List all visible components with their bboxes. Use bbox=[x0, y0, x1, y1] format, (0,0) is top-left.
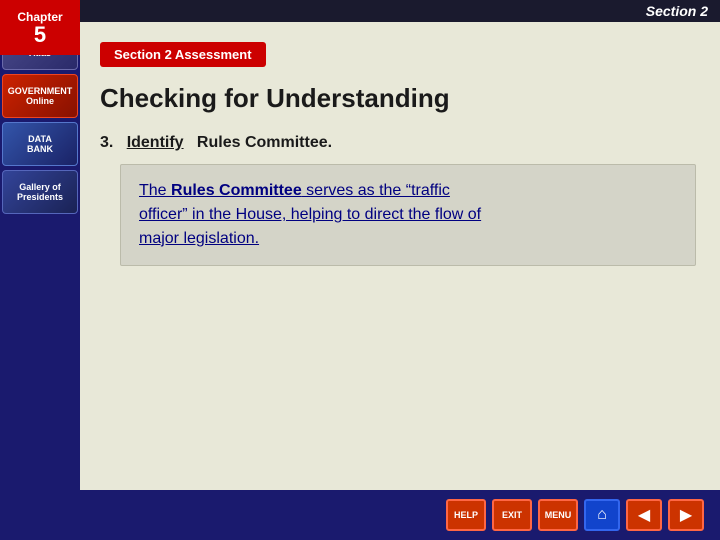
exit-button[interactable]: EXIT bbox=[492, 499, 532, 531]
main-content: Section 2 Assessment Checking for Unders… bbox=[80, 22, 720, 490]
sidebar-item-government-online[interactable]: GOVERNMENTOnline bbox=[2, 74, 78, 118]
answer-text: The Rules Committee serves as the “traff… bbox=[139, 179, 677, 251]
assessment-banner: Section 2 Assessment bbox=[100, 42, 266, 67]
top-header: Section 2 bbox=[0, 0, 720, 22]
question-verb: Identify bbox=[127, 134, 184, 151]
sidebar-item-data-bank[interactable]: DATABANK bbox=[2, 122, 78, 166]
bottom-toolbar: HELP EXIT MENU ⌂ ◀ ▶ bbox=[0, 490, 720, 540]
question-item: 3. Identify Rules Committee. bbox=[100, 134, 696, 152]
home-button[interactable]: ⌂ bbox=[584, 499, 620, 531]
back-button[interactable]: ◀ bbox=[626, 499, 662, 531]
answer-highlight: Rules Committee bbox=[171, 182, 302, 199]
page-title: Checking for Understanding bbox=[100, 83, 696, 114]
question-number: 3. bbox=[100, 134, 113, 151]
answer-pre: The bbox=[139, 182, 171, 199]
section-label: Section 2 bbox=[646, 3, 708, 19]
sidebar-item-gallery-presidents[interactable]: Gallery ofPresidents bbox=[2, 170, 78, 214]
forward-button[interactable]: ▶ bbox=[668, 499, 704, 531]
chapter-number: 5 bbox=[34, 24, 46, 46]
answer-box: The Rules Committee serves as the “traff… bbox=[120, 164, 696, 266]
question-text: Rules Committee. bbox=[197, 134, 332, 151]
sidebar: ReferenceAtlas GOVERNMENTOnline DATABANK… bbox=[0, 22, 80, 490]
menu-button[interactable]: MENU bbox=[538, 499, 578, 531]
chapter-box: Chapter 5 bbox=[0, 0, 80, 55]
help-button[interactable]: HELP bbox=[446, 499, 486, 531]
